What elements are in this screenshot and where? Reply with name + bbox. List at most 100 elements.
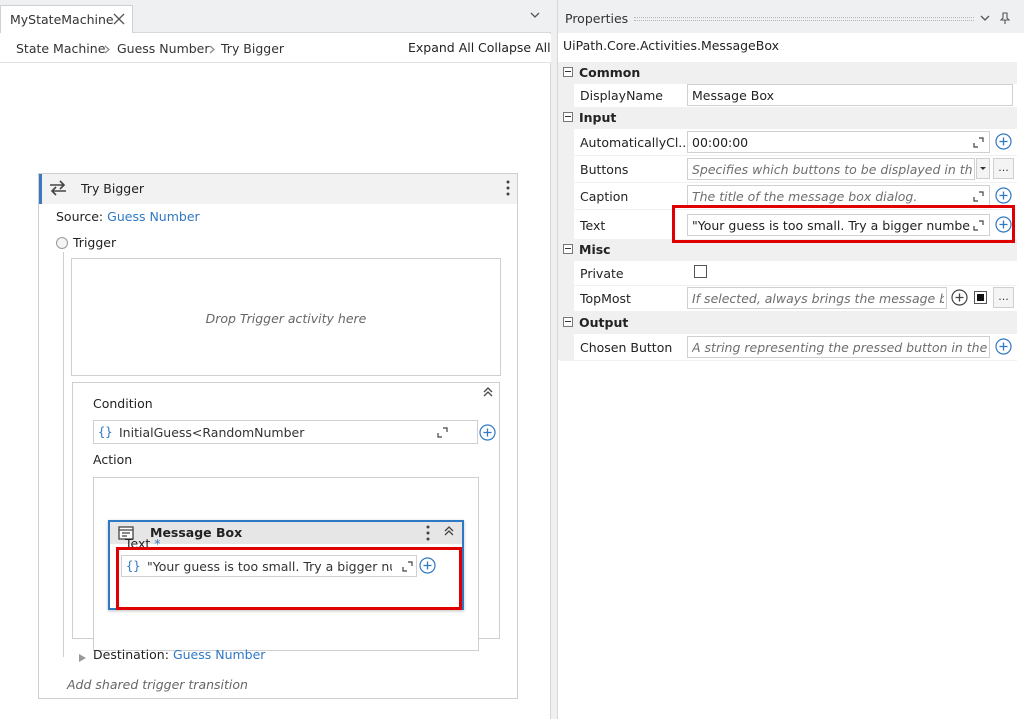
caption-input[interactable]: The title of the message box dialog. xyxy=(687,185,990,207)
collapse-box-icon[interactable] xyxy=(563,244,573,254)
property-label: AutomaticallyCl... xyxy=(580,135,691,150)
action-drop-zone[interactable]: Message Box Text * {} "Your guess is too… xyxy=(93,477,479,651)
topmost-placeholder: If selected, always brings the message b… xyxy=(692,291,944,306)
breadcrumb: State Machine Guess Number Try Bigger Ex… xyxy=(0,34,551,63)
expression-icon: {} xyxy=(98,425,113,439)
trigger-drop-hint: Drop Trigger activity here xyxy=(205,311,367,326)
property-row-display-name: DisplayName Message Box xyxy=(560,82,1017,109)
caption-placeholder: The title of the message box dialog. xyxy=(692,189,918,204)
message-box-text-input[interactable]: {} "Your guess is too small. Try a bigge… xyxy=(121,555,417,577)
plus-circle-icon[interactable] xyxy=(995,338,1012,355)
trigger-drop-zone[interactable]: Drop Trigger activity here xyxy=(71,258,501,376)
stop-square-icon[interactable] xyxy=(974,291,987,304)
plus-circle-icon[interactable] xyxy=(951,289,968,306)
message-box-title: Message Box xyxy=(150,525,243,540)
plus-circle-icon[interactable] xyxy=(995,216,1012,233)
condition-value: InitialGuess<RandomNumber xyxy=(119,425,305,440)
expand-editor-icon[interactable] xyxy=(973,137,984,148)
text-label: Text xyxy=(125,536,151,551)
message-box-text-value: "Your guess is too small. Try a bigger n… xyxy=(147,559,392,574)
property-label: Chosen Button xyxy=(580,340,673,355)
breadcrumb-item-try-bigger[interactable]: Try Bigger xyxy=(221,41,284,56)
expand-editor-icon[interactable] xyxy=(437,427,448,438)
source-label: Source: xyxy=(56,209,104,224)
state-title: Try Bigger xyxy=(81,181,145,196)
display-name-input[interactable]: Message Box xyxy=(687,84,1013,106)
plus-circle-icon[interactable] xyxy=(419,557,436,574)
collapse-box-icon[interactable] xyxy=(563,112,573,122)
category-input[interactable]: Input xyxy=(560,107,1017,129)
state-header[interactable]: Try Bigger xyxy=(39,174,517,204)
property-label: Buttons xyxy=(580,162,629,177)
topmost-ellipsis-button[interactable]: ... xyxy=(993,287,1014,308)
text-value: "Your guess is too small. Try a bigger n… xyxy=(692,218,970,233)
trigger-radio[interactable] xyxy=(56,237,68,249)
document-tab-bar: MyStateMachine xyxy=(0,0,551,33)
property-label: DisplayName xyxy=(580,88,663,103)
destination-link[interactable]: Guess Number xyxy=(173,647,266,662)
condition-input[interactable]: {} InitialGuess<RandomNumber xyxy=(93,420,496,444)
state-card-try-bigger[interactable]: Try Bigger Source: Guess Number Trigger … xyxy=(38,173,518,699)
property-row-private: Private xyxy=(560,261,1017,286)
more-vertical-icon[interactable] xyxy=(426,525,430,541)
chevron-down-icon[interactable] xyxy=(980,15,990,22)
expression-icon: {} xyxy=(126,559,141,573)
message-box-activity[interactable]: Message Box Text * {} "Your guess is too… xyxy=(108,520,464,610)
panel-drag-grip[interactable] xyxy=(634,17,974,21)
category-misc[interactable]: Misc xyxy=(560,239,1017,261)
expand-triangle-icon[interactable] xyxy=(79,654,86,662)
chosen-button-input[interactable]: A string representing the pressed button… xyxy=(687,336,990,358)
pin-icon[interactable] xyxy=(1000,12,1010,24)
activity-type-label: UiPath.Core.Activities.MessageBox xyxy=(563,38,779,53)
private-checkbox[interactable] xyxy=(694,265,707,278)
display-name-value: Message Box xyxy=(692,88,774,103)
auto-close-input[interactable]: 00:00:00 xyxy=(687,131,990,153)
plus-circle-icon[interactable] xyxy=(995,187,1012,204)
more-vertical-icon[interactable] xyxy=(506,180,510,196)
buttons-select[interactable]: Specifies which buttons to be displayed … xyxy=(687,158,975,180)
message-box-text-label: Text * xyxy=(125,536,161,551)
category-label: Input xyxy=(579,110,617,125)
document-tab-label: MyStateMachine xyxy=(10,12,114,27)
properties-title: Properties xyxy=(565,11,629,26)
buttons-ellipsis-button[interactable]: ... xyxy=(993,158,1014,179)
required-marker: * xyxy=(154,536,161,551)
collapse-all-button[interactable]: Collapse All xyxy=(478,40,551,55)
buttons-dropdown[interactable] xyxy=(976,158,990,179)
chevron-right-icon xyxy=(209,45,215,54)
message-box-header[interactable]: Message Box xyxy=(110,522,462,544)
expand-all-button[interactable]: Expand All xyxy=(408,40,474,55)
add-shared-trigger-link[interactable]: Add shared trigger transition xyxy=(67,677,248,692)
double-chevron-up-icon[interactable] xyxy=(483,387,493,397)
condition-label: Condition xyxy=(93,396,153,411)
category-common[interactable]: Common xyxy=(560,62,1017,84)
chosen-button-placeholder: A string representing the pressed button… xyxy=(692,340,988,355)
text-input[interactable]: "Your guess is too small. Try a bigger n… xyxy=(687,214,990,236)
property-row-buttons: Buttons Specifies which buttons to be di… xyxy=(560,156,1017,183)
buttons-placeholder: Specifies which buttons to be displayed … xyxy=(692,162,972,177)
source-link[interactable]: Guess Number xyxy=(107,209,200,224)
chevron-down-icon[interactable] xyxy=(530,12,540,19)
destination-row: Destination: Guess Number xyxy=(93,647,265,662)
expand-editor-icon[interactable] xyxy=(402,561,413,572)
breadcrumb-item-state-machine[interactable]: State Machine xyxy=(16,41,105,56)
expand-editor-icon[interactable] xyxy=(973,191,984,202)
collapse-box-icon[interactable] xyxy=(563,67,573,77)
collapse-box-icon[interactable] xyxy=(563,317,573,327)
property-label: TopMost xyxy=(580,291,631,306)
breadcrumb-item-guess-number[interactable]: Guess Number xyxy=(117,41,210,56)
close-icon[interactable] xyxy=(113,13,125,25)
document-tab[interactable]: MyStateMachine xyxy=(0,5,133,33)
action-label: Action xyxy=(93,452,133,467)
double-chevron-up-icon[interactable] xyxy=(444,526,454,536)
expand-editor-icon[interactable] xyxy=(973,220,984,231)
plus-circle-icon[interactable] xyxy=(479,424,496,441)
category-output[interactable]: Output xyxy=(560,312,1017,334)
topmost-input[interactable]: If selected, always brings the message b… xyxy=(687,287,947,309)
auto-close-value: 00:00:00 xyxy=(692,135,749,150)
plus-circle-icon[interactable] xyxy=(995,133,1012,150)
properties-panel: Properties UiPath.Core.Activities.Messag… xyxy=(557,0,1024,719)
property-grid: Common DisplayName Message Box Input Aut… xyxy=(558,62,1019,361)
property-row-topmost: TopMost If selected, always brings the m… xyxy=(560,285,1017,312)
source-row: Source: Guess Number xyxy=(56,209,200,224)
